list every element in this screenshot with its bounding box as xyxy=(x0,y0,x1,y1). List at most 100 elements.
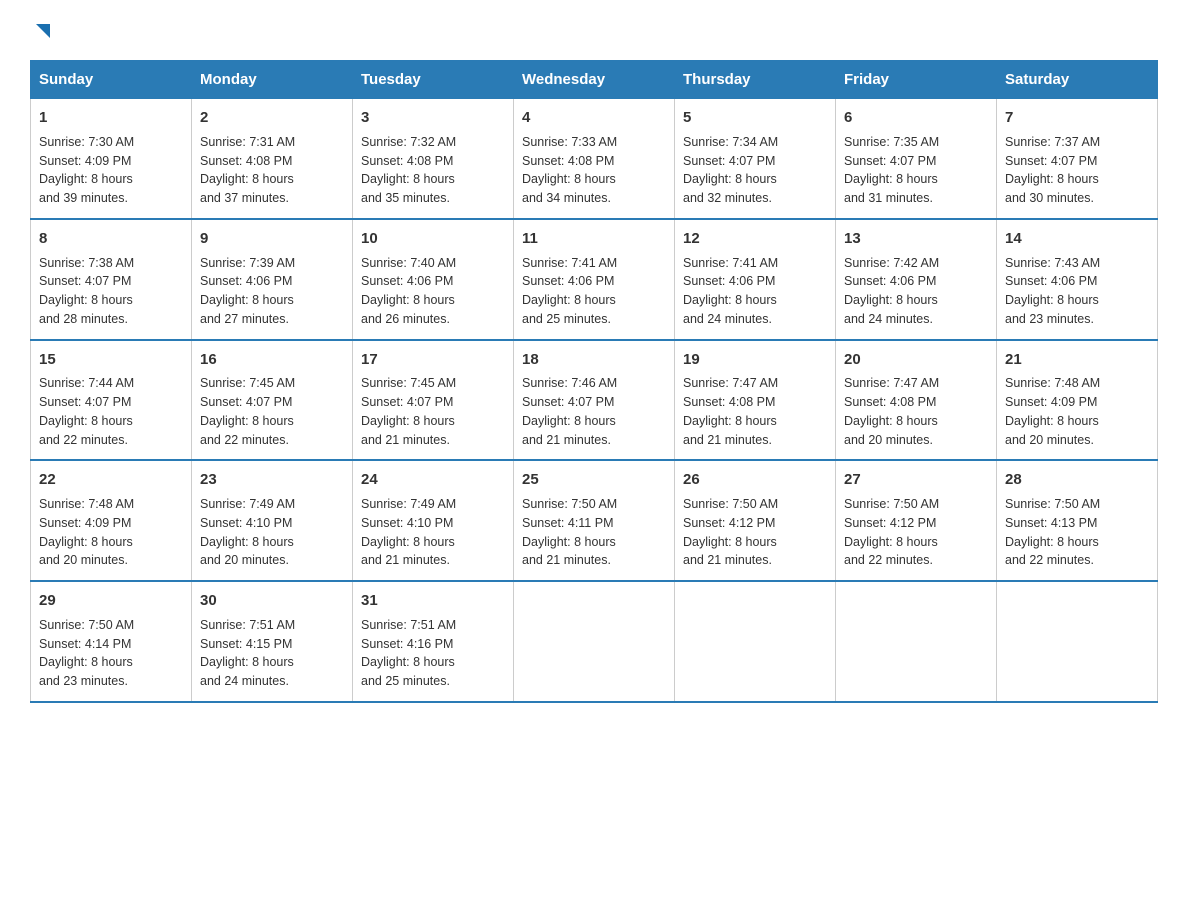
day-info: Sunrise: 7:45 AMSunset: 4:07 PMDaylight:… xyxy=(200,374,344,449)
day-number: 1 xyxy=(39,107,183,129)
day-number: 3 xyxy=(361,107,505,129)
day-cell xyxy=(836,581,997,702)
day-cell xyxy=(675,581,836,702)
day-cell xyxy=(514,581,675,702)
day-info: Sunrise: 7:37 AMSunset: 4:07 PMDaylight:… xyxy=(1005,133,1149,208)
day-number: 20 xyxy=(844,349,988,371)
day-cell: 25 Sunrise: 7:50 AMSunset: 4:11 PMDaylig… xyxy=(514,460,675,581)
week-row-3: 15 Sunrise: 7:44 AMSunset: 4:07 PMDaylig… xyxy=(31,340,1158,461)
day-info: Sunrise: 7:49 AMSunset: 4:10 PMDaylight:… xyxy=(200,495,344,570)
day-number: 27 xyxy=(844,469,988,491)
day-number: 26 xyxy=(683,469,827,491)
logo xyxy=(30,20,54,44)
day-number: 31 xyxy=(361,590,505,612)
day-info: Sunrise: 7:50 AMSunset: 4:11 PMDaylight:… xyxy=(522,495,666,570)
day-cell: 10 Sunrise: 7:40 AMSunset: 4:06 PMDaylig… xyxy=(353,219,514,340)
day-number: 19 xyxy=(683,349,827,371)
day-number: 23 xyxy=(200,469,344,491)
logo-triangle-icon xyxy=(32,20,54,42)
day-number: 28 xyxy=(1005,469,1149,491)
day-number: 16 xyxy=(200,349,344,371)
day-info: Sunrise: 7:31 AMSunset: 4:08 PMDaylight:… xyxy=(200,133,344,208)
day-cell: 5 Sunrise: 7:34 AMSunset: 4:07 PMDayligh… xyxy=(675,99,836,219)
day-cell: 9 Sunrise: 7:39 AMSunset: 4:06 PMDayligh… xyxy=(192,219,353,340)
day-number: 12 xyxy=(683,228,827,250)
day-cell: 26 Sunrise: 7:50 AMSunset: 4:12 PMDaylig… xyxy=(675,460,836,581)
day-number: 14 xyxy=(1005,228,1149,250)
day-number: 24 xyxy=(361,469,505,491)
header-saturday: Saturday xyxy=(997,61,1158,99)
header-wednesday: Wednesday xyxy=(514,61,675,99)
day-info: Sunrise: 7:39 AMSunset: 4:06 PMDaylight:… xyxy=(200,254,344,329)
day-number: 10 xyxy=(361,228,505,250)
header-monday: Monday xyxy=(192,61,353,99)
header-tuesday: Tuesday xyxy=(353,61,514,99)
day-info: Sunrise: 7:48 AMSunset: 4:09 PMDaylight:… xyxy=(1005,374,1149,449)
day-info: Sunrise: 7:46 AMSunset: 4:07 PMDaylight:… xyxy=(522,374,666,449)
day-cell: 21 Sunrise: 7:48 AMSunset: 4:09 PMDaylig… xyxy=(997,340,1158,461)
calendar-header-row: SundayMondayTuesdayWednesdayThursdayFrid… xyxy=(31,61,1158,99)
day-info: Sunrise: 7:49 AMSunset: 4:10 PMDaylight:… xyxy=(361,495,505,570)
day-cell: 19 Sunrise: 7:47 AMSunset: 4:08 PMDaylig… xyxy=(675,340,836,461)
week-row-1: 1 Sunrise: 7:30 AMSunset: 4:09 PMDayligh… xyxy=(31,99,1158,219)
day-info: Sunrise: 7:41 AMSunset: 4:06 PMDaylight:… xyxy=(683,254,827,329)
day-number: 25 xyxy=(522,469,666,491)
day-info: Sunrise: 7:50 AMSunset: 4:12 PMDaylight:… xyxy=(683,495,827,570)
day-cell: 7 Sunrise: 7:37 AMSunset: 4:07 PMDayligh… xyxy=(997,99,1158,219)
day-info: Sunrise: 7:45 AMSunset: 4:07 PMDaylight:… xyxy=(361,374,505,449)
day-cell: 6 Sunrise: 7:35 AMSunset: 4:07 PMDayligh… xyxy=(836,99,997,219)
day-cell xyxy=(997,581,1158,702)
day-info: Sunrise: 7:50 AMSunset: 4:14 PMDaylight:… xyxy=(39,616,183,691)
day-cell: 29 Sunrise: 7:50 AMSunset: 4:14 PMDaylig… xyxy=(31,581,192,702)
day-cell: 15 Sunrise: 7:44 AMSunset: 4:07 PMDaylig… xyxy=(31,340,192,461)
day-info: Sunrise: 7:32 AMSunset: 4:08 PMDaylight:… xyxy=(361,133,505,208)
day-info: Sunrise: 7:42 AMSunset: 4:06 PMDaylight:… xyxy=(844,254,988,329)
day-info: Sunrise: 7:44 AMSunset: 4:07 PMDaylight:… xyxy=(39,374,183,449)
week-row-5: 29 Sunrise: 7:50 AMSunset: 4:14 PMDaylig… xyxy=(31,581,1158,702)
day-info: Sunrise: 7:51 AMSunset: 4:15 PMDaylight:… xyxy=(200,616,344,691)
day-cell: 11 Sunrise: 7:41 AMSunset: 4:06 PMDaylig… xyxy=(514,219,675,340)
header-friday: Friday xyxy=(836,61,997,99)
day-cell: 28 Sunrise: 7:50 AMSunset: 4:13 PMDaylig… xyxy=(997,460,1158,581)
day-info: Sunrise: 7:40 AMSunset: 4:06 PMDaylight:… xyxy=(361,254,505,329)
day-number: 11 xyxy=(522,228,666,250)
day-cell: 30 Sunrise: 7:51 AMSunset: 4:15 PMDaylig… xyxy=(192,581,353,702)
day-number: 7 xyxy=(1005,107,1149,129)
day-info: Sunrise: 7:34 AMSunset: 4:07 PMDaylight:… xyxy=(683,133,827,208)
day-cell: 20 Sunrise: 7:47 AMSunset: 4:08 PMDaylig… xyxy=(836,340,997,461)
day-number: 13 xyxy=(844,228,988,250)
day-cell: 3 Sunrise: 7:32 AMSunset: 4:08 PMDayligh… xyxy=(353,99,514,219)
day-cell: 13 Sunrise: 7:42 AMSunset: 4:06 PMDaylig… xyxy=(836,219,997,340)
day-number: 29 xyxy=(39,590,183,612)
day-number: 9 xyxy=(200,228,344,250)
day-info: Sunrise: 7:50 AMSunset: 4:12 PMDaylight:… xyxy=(844,495,988,570)
day-cell: 22 Sunrise: 7:48 AMSunset: 4:09 PMDaylig… xyxy=(31,460,192,581)
day-info: Sunrise: 7:51 AMSunset: 4:16 PMDaylight:… xyxy=(361,616,505,691)
day-number: 4 xyxy=(522,107,666,129)
day-info: Sunrise: 7:48 AMSunset: 4:09 PMDaylight:… xyxy=(39,495,183,570)
day-cell: 23 Sunrise: 7:49 AMSunset: 4:10 PMDaylig… xyxy=(192,460,353,581)
day-number: 17 xyxy=(361,349,505,371)
day-cell: 16 Sunrise: 7:45 AMSunset: 4:07 PMDaylig… xyxy=(192,340,353,461)
day-number: 15 xyxy=(39,349,183,371)
day-info: Sunrise: 7:41 AMSunset: 4:06 PMDaylight:… xyxy=(522,254,666,329)
day-number: 6 xyxy=(844,107,988,129)
day-info: Sunrise: 7:47 AMSunset: 4:08 PMDaylight:… xyxy=(844,374,988,449)
day-number: 5 xyxy=(683,107,827,129)
day-info: Sunrise: 7:47 AMSunset: 4:08 PMDaylight:… xyxy=(683,374,827,449)
day-number: 30 xyxy=(200,590,344,612)
day-number: 8 xyxy=(39,228,183,250)
day-cell: 2 Sunrise: 7:31 AMSunset: 4:08 PMDayligh… xyxy=(192,99,353,219)
day-info: Sunrise: 7:33 AMSunset: 4:08 PMDaylight:… xyxy=(522,133,666,208)
header-sunday: Sunday xyxy=(31,61,192,99)
day-number: 2 xyxy=(200,107,344,129)
day-info: Sunrise: 7:30 AMSunset: 4:09 PMDaylight:… xyxy=(39,133,183,208)
day-cell: 27 Sunrise: 7:50 AMSunset: 4:12 PMDaylig… xyxy=(836,460,997,581)
day-info: Sunrise: 7:43 AMSunset: 4:06 PMDaylight:… xyxy=(1005,254,1149,329)
week-row-4: 22 Sunrise: 7:48 AMSunset: 4:09 PMDaylig… xyxy=(31,460,1158,581)
day-cell: 31 Sunrise: 7:51 AMSunset: 4:16 PMDaylig… xyxy=(353,581,514,702)
day-cell: 12 Sunrise: 7:41 AMSunset: 4:06 PMDaylig… xyxy=(675,219,836,340)
day-cell: 18 Sunrise: 7:46 AMSunset: 4:07 PMDaylig… xyxy=(514,340,675,461)
page-header xyxy=(30,20,1158,44)
day-cell: 8 Sunrise: 7:38 AMSunset: 4:07 PMDayligh… xyxy=(31,219,192,340)
